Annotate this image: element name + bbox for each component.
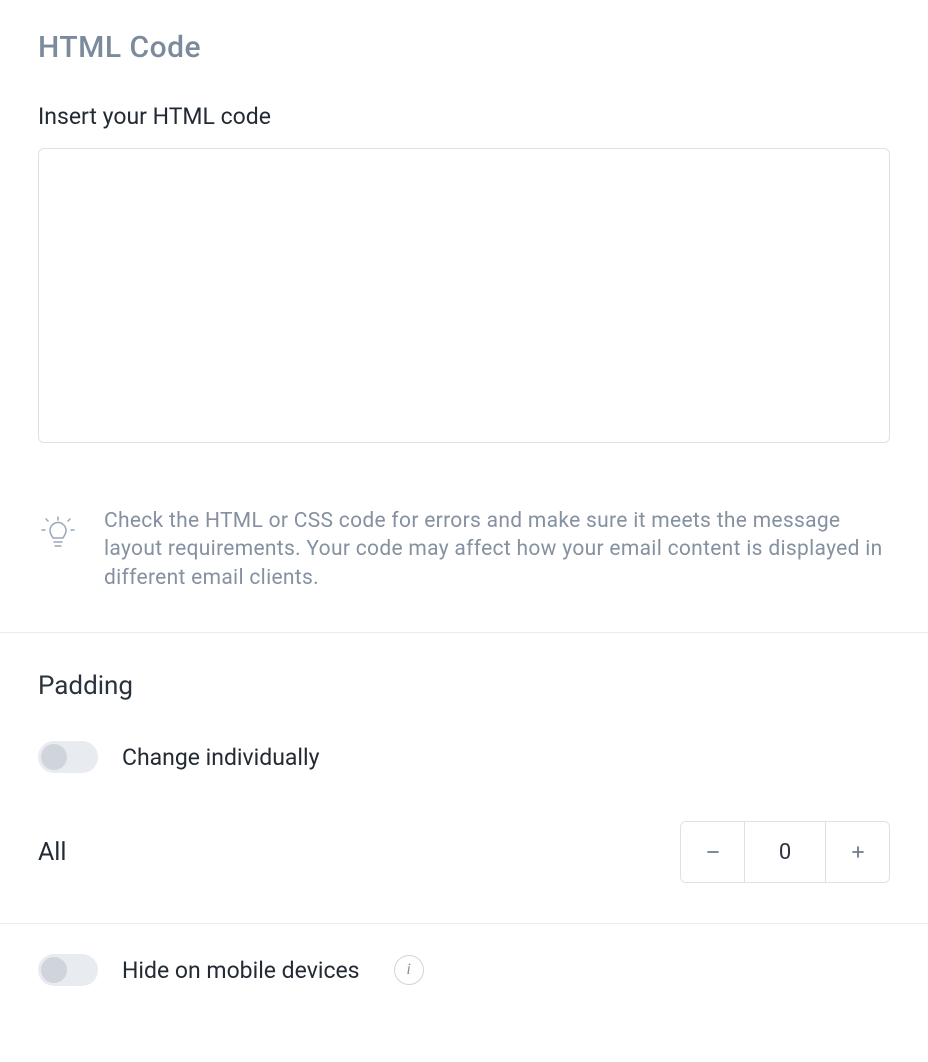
increment-button[interactable]: [825, 822, 889, 882]
hide-mobile-section: Hide on mobile devices i: [0, 924, 928, 1016]
change-individually-toggle[interactable]: [38, 741, 98, 773]
padding-all-label: All: [38, 838, 66, 867]
change-individually-label: Change individually: [122, 744, 320, 771]
decrement-button[interactable]: [681, 822, 745, 882]
hint-text: Check the HTML or CSS code for errors an…: [104, 507, 890, 592]
hide-mobile-label: Hide on mobile devices: [122, 957, 360, 984]
padding-all-value[interactable]: 0: [745, 822, 825, 882]
textarea-label: Insert your HTML code: [38, 103, 890, 130]
toggle-knob: [41, 744, 67, 770]
padding-section: Padding Change individually All 0: [0, 633, 928, 923]
change-individually-row: Change individually: [38, 741, 890, 773]
padding-all-stepper: 0: [680, 821, 890, 883]
info-icon[interactable]: i: [394, 955, 424, 985]
hide-mobile-toggle[interactable]: [38, 954, 98, 986]
padding-all-row: All 0: [38, 821, 890, 883]
toggle-knob: [41, 957, 67, 983]
padding-title: Padding: [38, 671, 890, 701]
section-title: HTML Code: [38, 30, 890, 65]
html-code-textarea[interactable]: [38, 148, 890, 443]
lightbulb-icon: [38, 515, 78, 555]
html-code-section: HTML Code Insert your HTML code Check th…: [0, 0, 928, 632]
hide-mobile-row: Hide on mobile devices i: [38, 954, 890, 986]
hint-row: Check the HTML or CSS code for errors an…: [38, 507, 890, 592]
